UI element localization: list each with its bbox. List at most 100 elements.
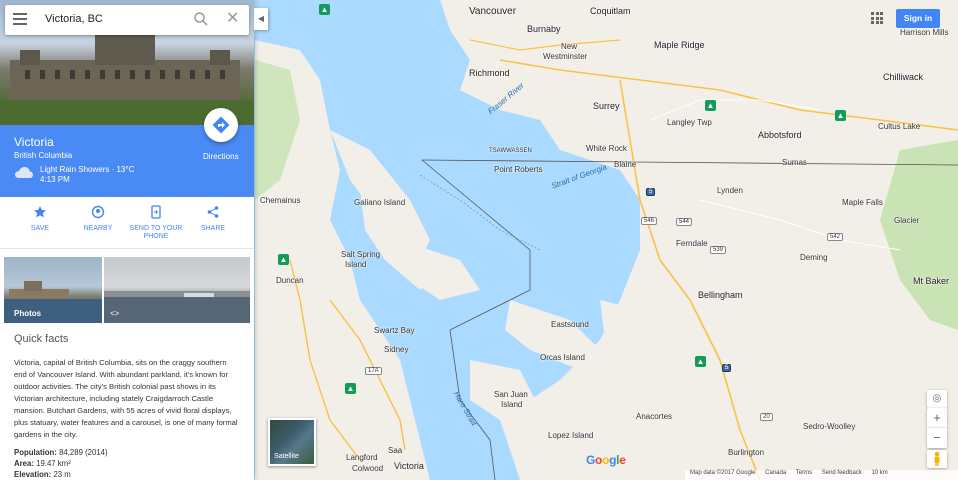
map-label-cultus[interactable]: Cultus Lake: [878, 122, 920, 131]
weather-text: Light Rain Showers · 13°C: [40, 165, 135, 174]
map-label-sumas[interactable]: Sumas: [782, 158, 807, 167]
map-label-langley[interactable]: Langley Twp: [667, 118, 712, 127]
nearby-icon: [91, 205, 105, 219]
quick-facts-heading: Quick facts: [14, 333, 69, 345]
terms-link[interactable]: Terms: [796, 470, 812, 476]
satellite-label: Satellite: [274, 453, 299, 460]
quick-facts: Quick facts Victoria, capital of British…: [14, 333, 240, 480]
park-icon[interactable]: ▲: [695, 356, 706, 367]
photo-strip: Photos <>: [4, 257, 250, 323]
map-label-duncan[interactable]: Duncan: [276, 276, 304, 285]
population-label: Population:: [14, 448, 57, 457]
map-label-eastsound[interactable]: Eastsound: [551, 320, 589, 329]
map-label-white-rock[interactable]: White Rock: [586, 144, 627, 153]
map-label-swartz-bay[interactable]: Swartz Bay: [374, 326, 414, 335]
map-label-san-juan-1[interactable]: San Juan: [494, 390, 528, 399]
action-bar: SAVE NEARBY SEND TO YOUR PHONE SHARE: [0, 197, 254, 249]
send-to-phone-icon: [151, 205, 161, 219]
pegman-icon[interactable]: [927, 450, 947, 468]
map-label-coquitlam[interactable]: Coquitlam: [590, 6, 631, 16]
star-icon: [34, 206, 46, 218]
map-label-langford[interactable]: Langford: [346, 453, 378, 462]
map-label-colwood[interactable]: Colwood: [352, 464, 383, 473]
map-label-vancouver[interactable]: Vancouver: [469, 6, 516, 17]
park-icon[interactable]: ▲: [345, 383, 356, 394]
elevation-value: 23 m: [53, 470, 71, 479]
apps-grid-icon[interactable]: [871, 12, 883, 24]
map-label-salt-spring-1[interactable]: Salt Spring: [341, 250, 380, 259]
map-label-anacortes[interactable]: Anacortes: [636, 412, 672, 421]
place-hero-photo[interactable]: Victoria, BC ✕: [0, 0, 254, 125]
close-icon[interactable]: ✕: [226, 11, 239, 27]
satellite-toggle[interactable]: Satellite: [268, 418, 316, 466]
sign-in-button[interactable]: Sign in: [896, 9, 940, 28]
map-label-saanich[interactable]: Saa: [388, 446, 402, 455]
park-icon[interactable]: ▲: [835, 110, 846, 121]
map-label-maple-falls[interactable]: Maple Falls: [842, 198, 883, 207]
street-view-thumbnail[interactable]: <>: [104, 257, 250, 323]
my-location-icon[interactable]: ◎: [927, 390, 947, 408]
map-label-point-roberts[interactable]: Point Roberts: [494, 165, 542, 174]
map-label-lopez[interactable]: Lopez Island: [548, 431, 593, 440]
share-button[interactable]: SHARE: [198, 205, 228, 232]
search-box[interactable]: Victoria, BC ✕: [5, 5, 249, 35]
map-label-tsawwassen[interactable]: TSAWWASSEN: [489, 148, 532, 154]
map-label-burnaby[interactable]: Burnaby: [527, 24, 561, 34]
photos-label: Photos: [14, 309, 42, 318]
highway-shield-539: 539: [710, 246, 727, 254]
zoom-in-button[interactable]: +: [927, 408, 947, 428]
street-view-pegman: [934, 451, 940, 466]
map-label-ferndale[interactable]: Ferndale: [676, 239, 708, 248]
map-label-bellingham[interactable]: Bellingham: [698, 290, 743, 300]
map-label-victoria[interactable]: Victoria: [394, 461, 424, 471]
menu-icon[interactable]: [13, 13, 27, 25]
map-label-chemainus[interactable]: Chemainus: [260, 196, 300, 205]
map-label-sidney[interactable]: Sidney: [384, 345, 408, 354]
map-label-salt-spring-2[interactable]: Island: [345, 260, 366, 269]
nearby-label: NEARBY: [83, 225, 113, 232]
map-data-credit: Map data ©2017 Google: [690, 470, 756, 476]
map-label-deming[interactable]: Deming: [800, 253, 828, 262]
map-label-glacier[interactable]: Glacier: [894, 216, 919, 225]
map-label-abbotsford[interactable]: Abbotsford: [758, 130, 802, 140]
map-label-sedro[interactable]: Sedro-Woolley: [803, 422, 855, 431]
search-input[interactable]: Victoria, BC: [45, 13, 103, 25]
country-link[interactable]: Canada: [765, 470, 786, 476]
map-label-maple-ridge[interactable]: Maple Ridge: [654, 40, 705, 50]
map-label-mt-baker[interactable]: Mt Baker: [913, 276, 949, 286]
search-icon[interactable]: [193, 11, 209, 27]
send-to-phone-label-line2: PHONE: [143, 233, 169, 240]
map-label-galiano[interactable]: Galiano Island: [354, 198, 405, 207]
map-label-new-westminster-line2[interactable]: Westminster: [543, 52, 587, 61]
directions-label[interactable]: Directions: [203, 152, 239, 161]
collapse-panel-button[interactable]: ◀: [254, 8, 268, 30]
send-feedback-link[interactable]: Send feedback: [822, 470, 862, 476]
scale-bar[interactable]: 10 km: [871, 470, 887, 476]
send-to-phone-button[interactable]: SEND TO YOUR PHONE: [126, 205, 186, 240]
nearby-button[interactable]: NEARBY: [80, 205, 116, 232]
map-label-orcas[interactable]: Orcas Island: [540, 353, 585, 362]
highway-shield-542: 542: [827, 233, 844, 241]
map-label-harrison[interactable]: Harrison Mills: [900, 28, 948, 37]
map-label-new-westminster-line1[interactable]: New: [561, 42, 577, 51]
zoom-out-button[interactable]: −: [927, 428, 947, 448]
elevation-label: Elevation:: [14, 470, 52, 479]
map-label-blaine[interactable]: Blaine: [614, 160, 636, 169]
save-button[interactable]: SAVE: [26, 205, 54, 232]
map-label-san-juan-2[interactable]: Island: [501, 400, 522, 409]
highway-shield-5: 5: [646, 188, 656, 196]
park-icon[interactable]: ▲: [278, 254, 289, 265]
park-icon[interactable]: ▲: [705, 100, 716, 111]
map-label-chilliwack[interactable]: Chilliwack: [883, 72, 923, 82]
directions-icon: [212, 116, 230, 134]
directions-button[interactable]: [204, 108, 238, 142]
area-row: Area: 19.47 km²: [14, 458, 240, 469]
park-icon[interactable]: ▲: [319, 4, 330, 15]
map-label-surrey[interactable]: Surrey: [593, 101, 620, 111]
map-label-lynden[interactable]: Lynden: [717, 186, 743, 195]
google-logo: Google: [586, 453, 626, 467]
map-label-burlington[interactable]: Burlington: [728, 448, 764, 457]
area-label: Area:: [14, 459, 34, 468]
map-label-richmond[interactable]: Richmond: [469, 68, 510, 78]
photos-thumbnail[interactable]: Photos: [4, 257, 102, 323]
